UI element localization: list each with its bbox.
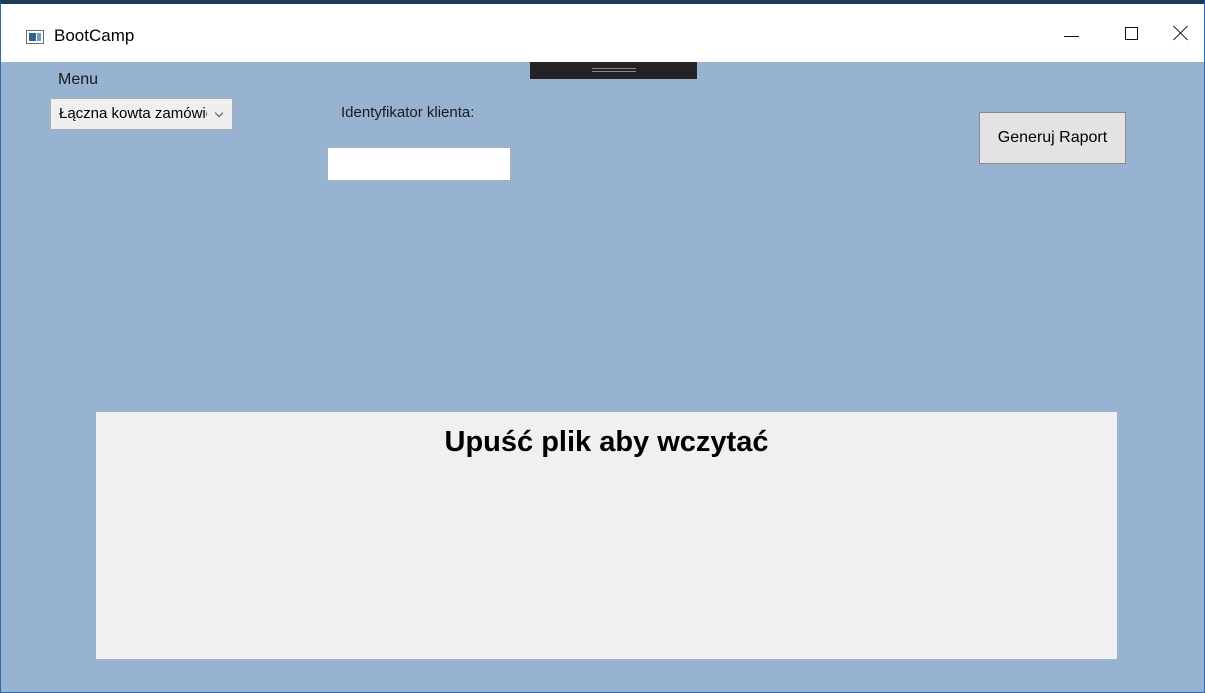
client-id-input[interactable] (327, 147, 511, 181)
drag-handle[interactable] (530, 62, 697, 79)
drop-zone-text: Upuść plik aby wczytać (444, 426, 769, 458)
menu-dropdown[interactable]: Łączna kowta zamówień (50, 98, 233, 130)
close-button[interactable] (1151, 4, 1204, 62)
app-window: BootCamp Menu Łączna kowta zamówień Iden… (0, 0, 1205, 693)
generate-report-button[interactable]: Generuj Raport (979, 112, 1126, 164)
client-area: Menu Łączna kowta zamówień Identyfikator… (1, 62, 1204, 692)
chevron-down-icon (214, 108, 224, 118)
client-id-label: Identyfikator klienta: (341, 104, 475, 121)
file-drop-zone[interactable]: Upuść plik aby wczytać (96, 412, 1117, 659)
menu-dropdown-value: Łączna kowta zamówień (59, 105, 207, 122)
maximize-icon (1124, 26, 1138, 40)
window-title: BootCamp (54, 26, 135, 45)
minimize-icon (1063, 35, 1079, 37)
menu-label: Menu (58, 71, 99, 88)
close-icon (1173, 25, 1189, 41)
app-icon (26, 30, 44, 44)
minimize-button[interactable] (1041, 4, 1101, 62)
title-bar[interactable]: BootCamp (1, 4, 1204, 62)
